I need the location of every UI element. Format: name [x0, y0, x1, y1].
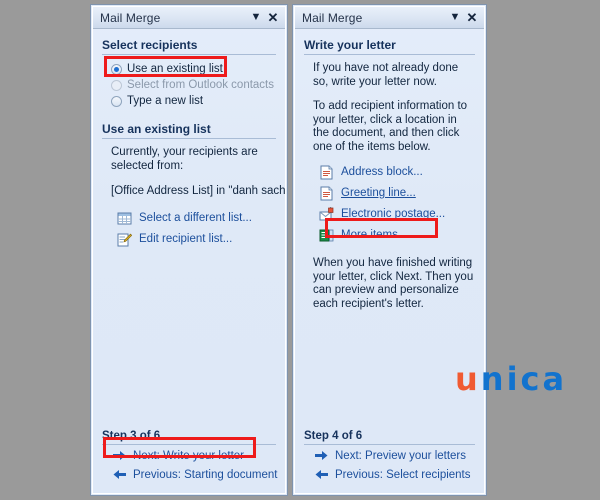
radio-type-new-list[interactable]: Type a new list [111, 93, 285, 109]
table-grid-icon [117, 211, 132, 226]
chevron-down-icon[interactable]: ▼ [448, 11, 462, 25]
close-icon[interactable]: ✕ [266, 11, 280, 25]
right-pane-footer: Step 4 of 6 Next: Preview your letters P… [295, 430, 484, 493]
link-label[interactable]: Address block... [341, 166, 423, 179]
left-pane-footer: Step 3 of 6 Next: Write your letter Prev… [93, 430, 285, 493]
right-pane-title: Mail Merge [302, 10, 363, 25]
right-paragraph-2: To add recipient information to your let… [313, 100, 468, 153]
link-select-different-list[interactable]: Select a different list... [117, 208, 285, 229]
left-pane-body: Select recipients Use an existing list S… [93, 29, 285, 430]
left-pane-title: Mail Merge [100, 10, 161, 25]
left-section-heading: Select recipients [102, 38, 276, 55]
nav-label[interactable]: Previous: Select recipients [335, 469, 471, 481]
envelope-stamp-icon [319, 207, 334, 222]
link-address-block[interactable]: Address block... [319, 162, 484, 183]
right-pane-titlebar: Mail Merge ▼ ✕ [295, 7, 484, 29]
mail-merge-pane-right: Mail Merge ▼ ✕ Write your letter If you … [292, 4, 487, 496]
right-paragraph-3: When you have finished writing your lett… [313, 257, 474, 310]
radio-label: Select from Outlook contacts [127, 79, 275, 91]
unica-watermark: unica [455, 363, 567, 395]
right-paragraph-1: If you have not already done so, write y… [313, 62, 459, 88]
fields-list-icon [319, 228, 334, 243]
recipient-source-line: [Office Address List] in "danh sach.m [111, 185, 285, 197]
chevron-down-icon[interactable]: ▼ [249, 11, 263, 25]
link-electronic-postage[interactable]: Electronic postage... [319, 204, 484, 225]
radio-use-existing-list[interactable]: Use an existing list [111, 61, 285, 77]
nav-previous-starting-document[interactable]: Previous: Starting document [112, 464, 285, 483]
link-label[interactable]: Edit recipient list... [139, 233, 232, 246]
nav-previous-select-recipients[interactable]: Previous: Select recipients [314, 464, 484, 483]
nav-label[interactable]: Previous: Starting document [133, 469, 277, 481]
watermark-first-letter: u [455, 360, 481, 398]
nav-label[interactable]: Next: Preview your letters [335, 450, 466, 462]
right-step-label: Step 4 of 6 [304, 430, 475, 445]
arrow-left-icon [112, 468, 127, 481]
close-icon[interactable]: ✕ [465, 11, 479, 25]
radio-label: Type a new list [127, 95, 204, 107]
radio-label: Use an existing list [127, 63, 223, 75]
radio-indicator[interactable] [111, 80, 122, 91]
arrow-left-icon [314, 468, 329, 481]
link-label[interactable]: Greeting line... [341, 187, 416, 200]
radio-indicator[interactable] [111, 96, 122, 107]
radio-indicator[interactable] [111, 64, 122, 75]
link-edit-recipient-list[interactable]: Edit recipient list... [117, 229, 285, 250]
nav-next-write-your-letter[interactable]: Next: Write your letter [112, 445, 285, 464]
link-more-items[interactable]: More items... [319, 225, 484, 246]
arrow-right-icon [314, 449, 329, 462]
link-label[interactable]: Electronic postage... [341, 208, 445, 221]
link-label[interactable]: Select a different list... [139, 212, 252, 225]
edit-pencil-icon [117, 232, 133, 247]
left-subsection-heading: Use an existing list [102, 122, 276, 139]
document-icon [319, 186, 334, 201]
left-pane-titlebar: Mail Merge ▼ ✕ [93, 7, 285, 29]
radio-select-from-outlook[interactable]: Select from Outlook contacts [111, 77, 285, 93]
left-paragraph: Currently, your recipients are selected … [111, 146, 258, 172]
watermark-rest: nica [480, 360, 568, 398]
right-section-heading: Write your letter [304, 38, 475, 55]
nav-label[interactable]: Next: Write your letter [133, 450, 244, 462]
arrow-right-icon [112, 449, 127, 462]
link-label[interactable]: More items... [341, 229, 407, 242]
mail-merge-pane-left: Mail Merge ▼ ✕ Select recipients Use an … [90, 4, 288, 496]
left-step-label: Step 3 of 6 [102, 430, 276, 445]
link-greeting-line[interactable]: Greeting line... [319, 183, 484, 204]
nav-next-preview-your-letters[interactable]: Next: Preview your letters [314, 445, 484, 464]
document-icon [319, 165, 334, 180]
